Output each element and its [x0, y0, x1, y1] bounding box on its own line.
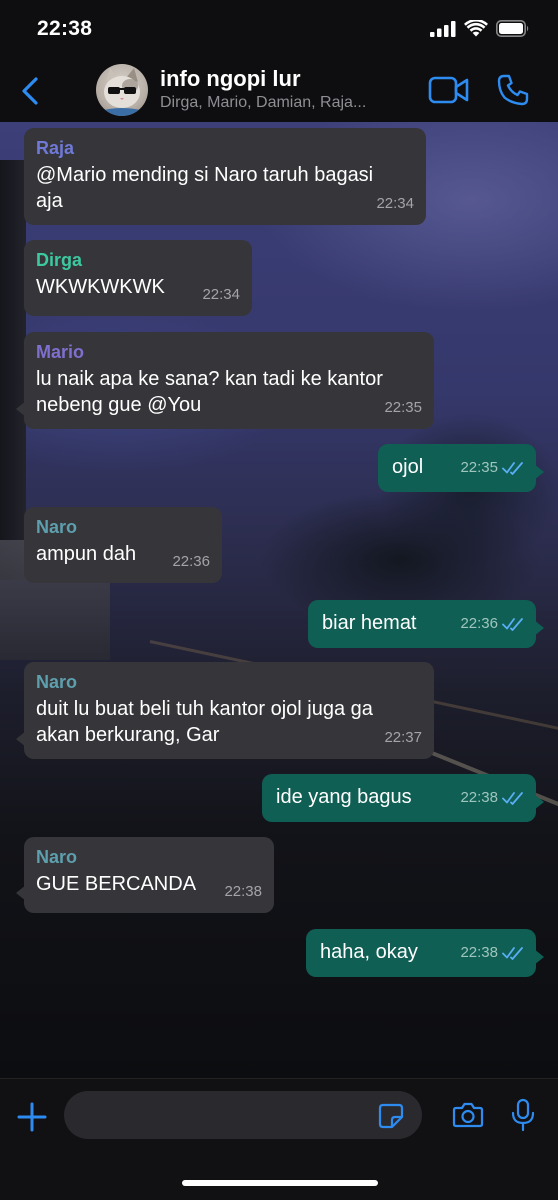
cellular-signal-icon	[430, 20, 456, 37]
camera-icon	[452, 1102, 484, 1128]
message-time: 22:38	[460, 944, 498, 961]
message-text: duit lu buat beli tuh kantor ojol juga g…	[36, 698, 373, 746]
bubble-tail	[16, 401, 26, 417]
message-bubble[interactable]: ojol 22:35	[378, 444, 544, 492]
wifi-icon	[464, 20, 488, 37]
message-bubble[interactable]: Naro GUE BERCANDA 22:38	[16, 837, 274, 913]
microphone-button[interactable]	[510, 1098, 536, 1137]
bubble-tail	[534, 620, 544, 636]
message-sender: Naro	[36, 847, 78, 867]
battery-icon	[496, 20, 529, 37]
bubble-tail	[16, 731, 26, 747]
message-bubble[interactable]: Naro ampun dah 22:36	[24, 507, 222, 583]
message-meta: 22:38	[460, 785, 524, 811]
sticker-button[interactable]	[378, 1103, 404, 1134]
sticker-icon	[378, 1103, 404, 1129]
message-meta: 22:36	[460, 611, 524, 637]
message-bubble[interactable]: Dirga WKWKWKWK 22:34	[24, 240, 252, 316]
message-time: 22:34	[202, 286, 240, 303]
video-call-button[interactable]	[428, 76, 470, 109]
chevron-left-icon	[22, 77, 38, 105]
message-meta: 22:38	[460, 940, 524, 966]
back-button[interactable]	[18, 76, 44, 106]
message-time: 22:36	[172, 553, 210, 570]
wallpaper-pole	[0, 160, 26, 580]
microphone-icon	[511, 1098, 535, 1132]
message-input[interactable]	[64, 1091, 422, 1139]
message-meta: 22:37	[384, 725, 422, 751]
message-sender: Raja	[36, 138, 75, 158]
message-bubble[interactable]: biar hemat 22:36	[308, 600, 544, 648]
message-meta: 22:36	[172, 549, 210, 575]
message-sender: Naro	[36, 672, 78, 692]
message-meta: 22:34	[376, 191, 414, 217]
bubble-tail	[534, 794, 544, 810]
double-check-read-icon	[502, 947, 523, 960]
group-title[interactable]: info ngopi lur	[160, 66, 301, 92]
status-time: 22:38	[37, 17, 93, 40]
message-text: lu naik apa ke sana? kan tadi ke kantor …	[36, 368, 383, 416]
status-bar: 22:38	[0, 0, 558, 58]
double-check-read-icon	[502, 618, 523, 631]
home-indicator[interactable]	[182, 1180, 378, 1186]
message-bubble[interactable]: haha, okay 22:38	[306, 929, 544, 977]
double-check-read-icon	[502, 462, 523, 475]
message-time: 22:36	[460, 615, 498, 632]
bubble-tail	[16, 885, 26, 901]
message-time: 22:35	[384, 399, 422, 416]
group-members[interactable]: Dirga, Mario, Damian, Raja...	[160, 94, 366, 112]
message-sender: Naro	[36, 517, 78, 537]
message-time: 22:38	[224, 883, 262, 900]
bubble-tail	[534, 949, 544, 965]
chat-header: info ngopi lur Dirga, Mario, Damian, Raj…	[0, 58, 558, 122]
message-text: @Mario mending si Naro taruh bagasi aja	[36, 164, 374, 212]
message-time: 22:37	[384, 729, 422, 746]
message-sender: Mario	[36, 342, 85, 362]
voice-call-button[interactable]	[496, 73, 530, 112]
group-avatar[interactable]	[96, 64, 148, 116]
attach-button[interactable]	[16, 1101, 48, 1138]
message-sender: Dirga	[36, 250, 83, 270]
message-bubble[interactable]: Raja @Mario mending si Naro taruh bagasi…	[24, 128, 426, 225]
message-bubble[interactable]: Naro duit lu buat beli tuh kantor ojol j…	[16, 662, 434, 759]
message-time: 22:35	[460, 459, 498, 476]
message-bubble[interactable]: ide yang bagus 22:38	[262, 774, 544, 822]
message-time: 22:34	[376, 195, 414, 212]
camera-button[interactable]	[452, 1101, 484, 1134]
status-icons	[430, 20, 530, 37]
bubble-tail	[534, 464, 544, 480]
message-bubble[interactable]: Mario lu naik apa ke sana? kan tadi ke k…	[16, 332, 434, 429]
cat-sunglasses-icon	[96, 68, 148, 116]
phone-icon	[497, 74, 529, 106]
message-meta: 22:35	[384, 395, 422, 421]
plus-icon	[17, 1102, 47, 1132]
double-check-read-icon	[502, 792, 523, 805]
message-meta: 22:38	[224, 879, 262, 905]
message-meta: 22:34	[202, 282, 240, 308]
message-time: 22:38	[460, 789, 498, 806]
message-meta: 22:35	[460, 455, 524, 481]
video-camera-icon	[428, 76, 469, 104]
